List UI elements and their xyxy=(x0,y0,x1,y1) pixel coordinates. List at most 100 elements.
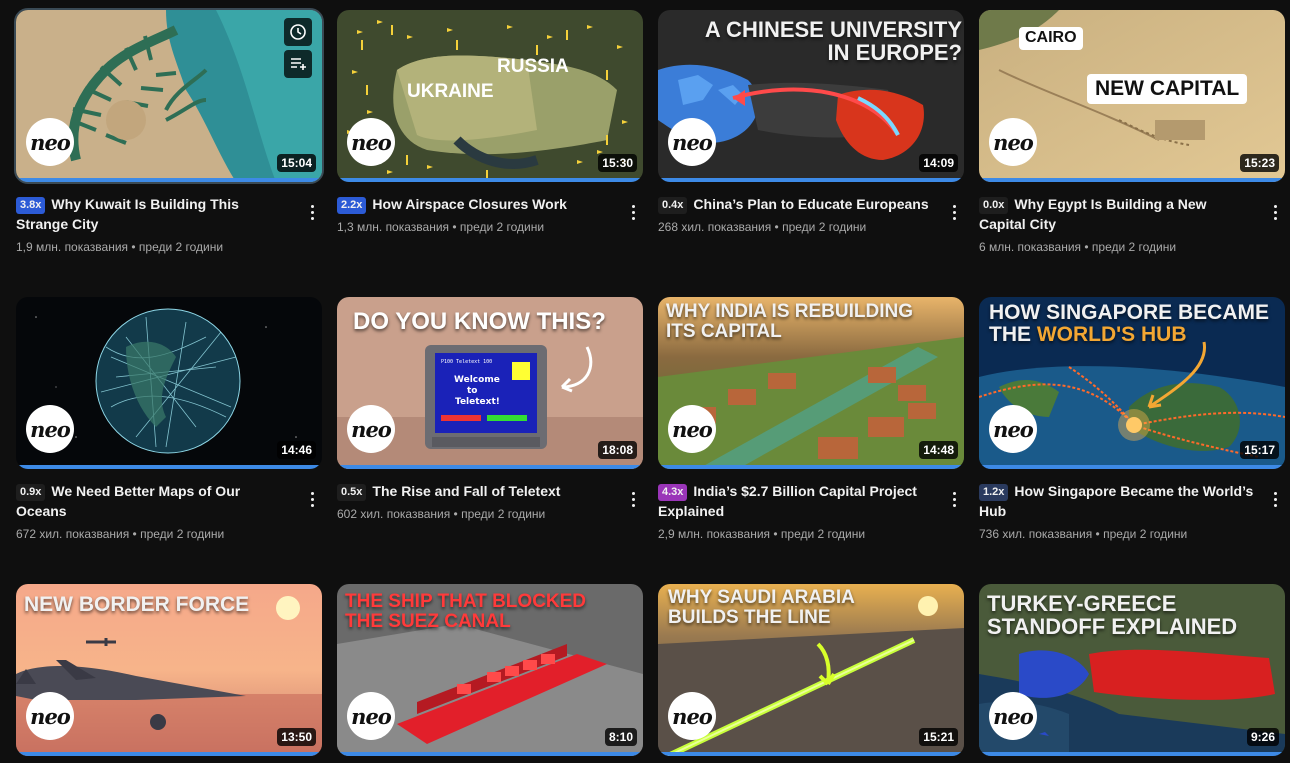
add-to-queue-icon[interactable] xyxy=(284,50,312,78)
duration-badge: 13:50 xyxy=(277,728,316,746)
video-thumbnail[interactable]: P100 Teletext 100 Welcome to Teletext! D… xyxy=(337,297,643,469)
channel-logo: neo xyxy=(26,118,74,166)
channel-logo: neo xyxy=(26,405,74,453)
overlay-headline: TURKEY-GREECE STANDOFF EXPLAINED xyxy=(987,591,1238,640)
video-title[interactable]: 3.8x Why Kuwait Is Building This Strange … xyxy=(16,194,322,234)
video-title[interactable]: 0.0x Why Egypt Is Building a New Capital … xyxy=(979,194,1285,234)
overlay-headline: HOW SINGAPORE BECAME THE WORLD'S HUB xyxy=(989,301,1270,347)
watch-progress-bar xyxy=(658,178,964,182)
video-thumbnail[interactable]: TURKEY-GREECE STANDOFF EXPLAINED neo 9:2… xyxy=(979,584,1285,756)
duration-badge: 18:08 xyxy=(598,441,637,459)
channel-logo: neo xyxy=(347,405,395,453)
video-thumbnail[interactable]: WHY SAUDI ARABIA BUILDS THE LINE neo 15:… xyxy=(658,584,964,756)
more-options-icon[interactable] xyxy=(1265,202,1285,222)
video-details: 3.8x Why Kuwait Is Building This Strange … xyxy=(16,194,322,256)
duration-badge: 14:48 xyxy=(919,441,958,459)
playback-speed-badge: 1.2x xyxy=(979,484,1009,501)
playback-speed-badge: 4.3x xyxy=(658,484,688,501)
video-details: 2.2x How Airspace Closures Work 1,3 млн. … xyxy=(337,194,643,236)
video-stats: 1,9 млн. показвания • преди 2 години xyxy=(16,240,224,254)
duration-badge: 14:09 xyxy=(919,154,958,172)
video-title[interactable]: 4.3x India’s $2.7 Billion Capital Project… xyxy=(658,481,964,521)
watch-progress-bar xyxy=(979,178,1285,182)
overlay-ukraine: UKRAINE xyxy=(407,81,494,102)
watch-later-icon[interactable] xyxy=(284,18,312,46)
video-thumbnail[interactable]: neo 15:04 xyxy=(14,8,324,184)
video-title[interactable]: 1.2x How Singapore Became the World’s Hub xyxy=(979,481,1285,521)
duration-badge: 15:23 xyxy=(1240,154,1279,172)
playback-speed-badge: 0.9x xyxy=(16,484,46,501)
overlay-headline: A CHINESE UNIVERSITY IN EUROPE? xyxy=(704,17,962,66)
video-title[interactable]: 0.5x The Rise and Fall of Teletext xyxy=(337,481,643,501)
more-options-icon[interactable] xyxy=(944,202,964,222)
video-thumbnail[interactable]: CAIRO NEW CAPITAL neo 15:23 xyxy=(979,10,1285,182)
more-options-icon[interactable] xyxy=(302,202,322,222)
channel-logo: neo xyxy=(668,118,716,166)
duration-badge: 15:17 xyxy=(1240,441,1279,459)
video-stats: 602 хил. показвания • преди 2 години xyxy=(337,507,546,521)
video-stats: 268 хил. показвания • преди 2 години xyxy=(658,220,867,234)
overlay-headline: THE SHIP THAT BLOCKED THE SUEZ CANAL xyxy=(345,591,587,632)
playback-speed-badge: 0.0x xyxy=(979,197,1009,214)
duration-badge: 9:26 xyxy=(1246,728,1279,746)
channel-logo: neo xyxy=(989,118,1037,166)
playback-speed-badge: 3.8x xyxy=(16,197,46,214)
video-grid: neo 15:04 3.8x Why Kuwait Is Building Thi… xyxy=(0,0,1290,763)
video-stats: 672 хил. показвания • преди 2 години xyxy=(16,527,225,541)
overlay-russia: RUSSIA xyxy=(497,56,569,77)
channel-logo: neo xyxy=(668,405,716,453)
svg-text:to: to xyxy=(467,386,478,396)
svg-text:Welcome: Welcome xyxy=(454,375,500,385)
video-details: 0.0x Why Egypt Is Building a New Capital … xyxy=(979,194,1285,256)
playback-speed-badge: 0.5x xyxy=(337,484,367,501)
video-stats: 1,3 млн. показвания • преди 2 години xyxy=(337,220,545,234)
video-stats: 736 хил. показвания • преди 2 години xyxy=(979,527,1188,541)
video-details: 1.2x How Singapore Became the World’s Hub… xyxy=(979,481,1285,543)
watch-progress-bar xyxy=(16,752,322,756)
watch-progress-bar xyxy=(16,178,322,182)
svg-text:P100 Teletext 100: P100 Teletext 100 xyxy=(441,359,492,365)
overlay-headline: DO YOU KNOW THIS? xyxy=(353,308,606,335)
overlay-cairo: CAIRO xyxy=(1019,27,1083,50)
video-thumbnail[interactable]: neo 14:46 xyxy=(16,297,322,469)
video-thumbnail[interactable]: THE SHIP THAT BLOCKED THE SUEZ CANAL neo… xyxy=(337,584,643,756)
duration-badge: 15:21 xyxy=(919,728,958,746)
video-title[interactable]: 0.4x China’s Plan to Educate Europeans xyxy=(658,194,964,214)
channel-logo: neo xyxy=(989,692,1037,740)
video-title[interactable]: 2.2x How Airspace Closures Work xyxy=(337,194,643,214)
overlay-new-capital: NEW CAPITAL xyxy=(1087,74,1248,105)
overlay-headline: NEW BORDER FORCE xyxy=(24,593,250,616)
video-details: 0.4x China’s Plan to Educate Europeans 26… xyxy=(658,194,964,236)
playback-speed-badge: 0.4x xyxy=(658,197,688,214)
video-thumbnail[interactable]: A CHINESE UNIVERSITY IN EUROPE? neo 14:0… xyxy=(658,10,964,182)
video-thumbnail[interactable]: RUSSIA UKRAINE 15:30 neo xyxy=(337,10,643,182)
channel-logo: neo xyxy=(26,692,74,740)
duration-badge: 8:10 xyxy=(604,728,637,746)
more-options-icon[interactable] xyxy=(623,489,643,509)
duration-badge: 15:30 xyxy=(598,154,637,172)
overlay-headline: WHY SAUDI ARABIA BUILDS THE LINE xyxy=(668,587,855,628)
video-title[interactable]: 0.9x We Need Better Maps of Our Oceans xyxy=(16,481,322,521)
watch-progress-bar xyxy=(337,178,643,182)
channel-logo: neo xyxy=(347,118,395,166)
more-options-icon[interactable] xyxy=(944,489,964,509)
more-options-icon[interactable] xyxy=(302,489,322,509)
video-stats: 2,9 млн. показвания • преди 2 години xyxy=(658,527,866,541)
video-details: 0.9x We Need Better Maps of Our Oceans 67… xyxy=(16,481,322,543)
video-details: 0.5x The Rise and Fall of Teletext 602 хи… xyxy=(337,481,643,523)
video-thumbnail[interactable]: NEW BORDER FORCE neo 13:50 xyxy=(16,584,322,756)
watch-progress-bar xyxy=(16,465,322,469)
watch-progress-bar xyxy=(658,752,964,756)
video-details: 4.3x India’s $2.7 Billion Capital Project… xyxy=(658,481,964,543)
video-stats: 6 млн. показвания • преди 2 години xyxy=(979,240,1177,254)
channel-logo: neo xyxy=(989,405,1037,453)
svg-text:Teletext!: Teletext! xyxy=(455,397,500,407)
more-options-icon[interactable] xyxy=(1265,489,1285,509)
channel-logo: neo xyxy=(668,692,716,740)
more-options-icon[interactable] xyxy=(623,202,643,222)
watch-progress-bar xyxy=(658,465,964,469)
video-thumbnail[interactable]: WHY INDIA IS REBUILDING ITS CAPITAL neo … xyxy=(658,297,964,469)
video-thumbnail[interactable]: HOW SINGAPORE BECAME THE WORLD'S HUB neo… xyxy=(979,297,1285,469)
playback-speed-badge: 2.2x xyxy=(337,197,367,214)
overlay-headline: WHY INDIA IS REBUILDING ITS CAPITAL xyxy=(666,301,914,342)
